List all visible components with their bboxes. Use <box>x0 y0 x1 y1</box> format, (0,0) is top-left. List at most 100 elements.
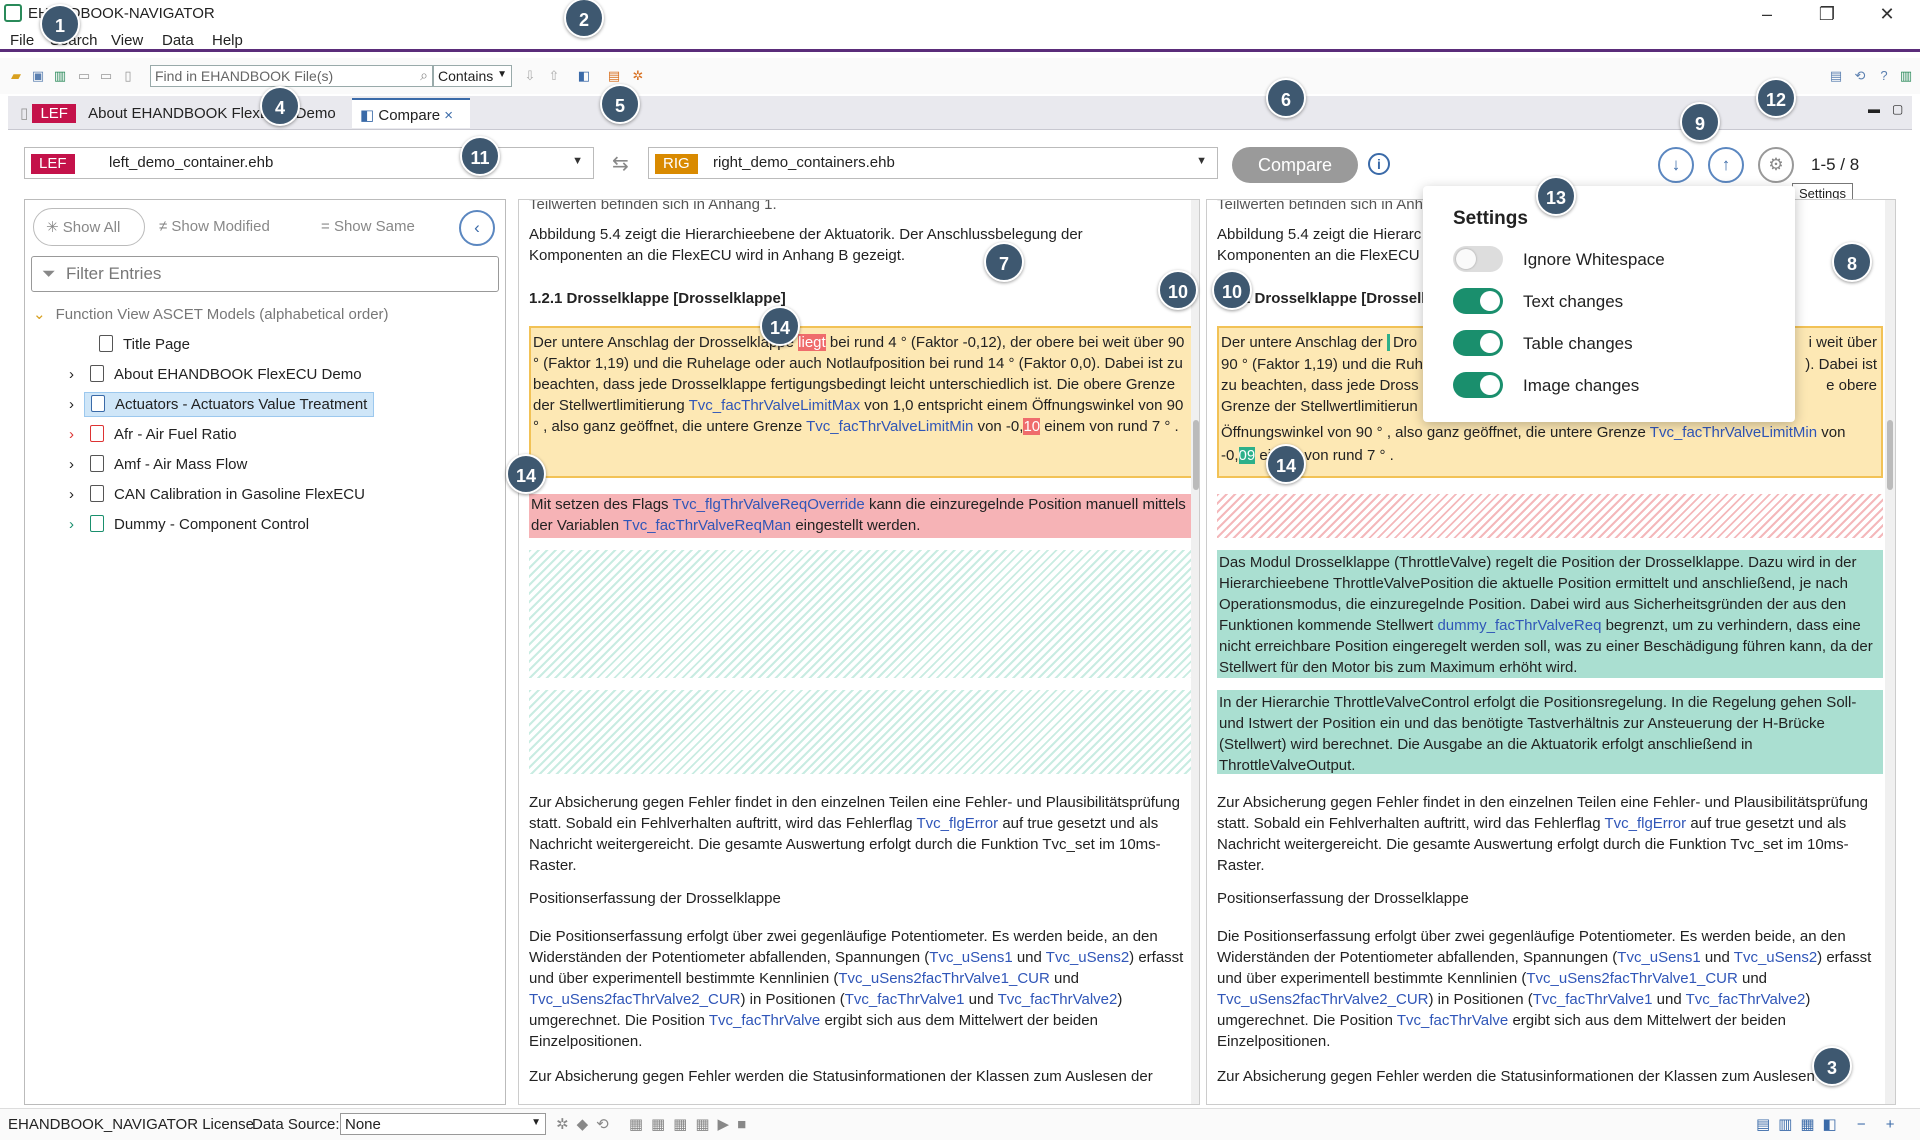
left-container-select[interactable]: LEF left_demo_container.ehb ▼ <box>24 147 594 179</box>
tree-item[interactable]: › Dummy - Component Control <box>69 512 309 538</box>
chevron-right-icon[interactable]: › <box>69 486 74 503</box>
filter-entries-input[interactable]: ⏷ Filter Entries <box>31 256 499 292</box>
text: Mit setzen des Flags <box>531 496 669 513</box>
menu-data[interactable]: Data <box>162 32 194 49</box>
variable-link[interactable]: Tvc_uSens2facThrValve2_CUR <box>1217 991 1428 1008</box>
settings-button[interactable]: ⚙ <box>1758 147 1794 183</box>
compare-toolbar-icon[interactable]: ◧ <box>576 68 592 84</box>
chevron-right-icon[interactable]: › <box>69 396 74 413</box>
settings-tool-icon[interactable]: ✲ <box>630 68 646 84</box>
show-all-button[interactable]: ✳ Show All <box>33 208 145 246</box>
right-changed-line: 90 ° (Faktor 1,19) und die Ruhe <box>1221 356 1432 373</box>
variable-link[interactable]: Tvc_uSens1 <box>929 949 1012 966</box>
variable-link[interactable]: Tvc_facThrValve1 <box>845 991 965 1008</box>
variable-link[interactable]: Tvc_flgError <box>1604 815 1686 832</box>
bookmark-icon[interactable]: ▤ <box>606 68 622 84</box>
arrow-up-icon[interactable]: ⇧ <box>546 68 562 84</box>
tab-about[interactable]: ▯ LEF About EHANDBOOK FlexECU Demo <box>12 98 357 128</box>
callout-badge: 10 <box>1212 270 1252 310</box>
variable-link[interactable]: Tvc_flgThrValveReqOverride <box>672 496 864 513</box>
variable-link[interactable]: Tvc_uSens2facThrValve2_CUR <box>529 991 740 1008</box>
tree-item-selected[interactable]: › Actuators - Actuators Value Treatment <box>69 392 375 418</box>
left-changed-block[interactable]: Der untere Anschlag der Drosselklappe li… <box>529 326 1195 478</box>
variable-link[interactable]: Tvc_uSens1 <box>1617 949 1700 966</box>
close-icon[interactable]: × <box>444 107 453 124</box>
variable-link[interactable]: Tvc_facThrValve <box>1397 1012 1508 1029</box>
tree-item[interactable]: › CAN Calibration in Gasoline FlexECU <box>69 482 365 508</box>
next-difference-button[interactable]: ↓ <box>1658 147 1694 183</box>
menu-file[interactable]: File <box>10 32 34 49</box>
right-added-block-1[interactable]: Das Modul Drosselklappe (ThrottleValve) … <box>1217 550 1883 678</box>
print-icon[interactable]: ▭ <box>76 68 92 84</box>
data-source-select[interactable]: None ▼ <box>340 1113 546 1135</box>
text-changes-toggle[interactable] <box>1453 288 1503 314</box>
restore-button[interactable]: ❐ <box>1804 2 1850 26</box>
variable-link[interactable]: Tvc_facThrValveLimitMin <box>806 418 973 435</box>
find-mode-dropdown[interactable]: Contains ▼ <box>433 65 512 87</box>
chevron-right-icon[interactable]: › <box>69 516 74 533</box>
variable-link[interactable]: Tvc_uSens2 <box>1734 949 1817 966</box>
tree-item[interactable]: › About EHANDBOOK FlexECU Demo <box>69 362 362 388</box>
minimize-view-icon[interactable]: ▬ <box>1868 102 1880 116</box>
tree-root[interactable]: ⌄ Function View ASCET Models (alphabetica… <box>33 302 389 328</box>
variable-link[interactable]: Tvc_uSens2 <box>1046 949 1129 966</box>
variable-link[interactable]: Tvc_facThrValveLimitMax <box>689 397 860 414</box>
help-icon[interactable]: ? <box>1876 68 1892 84</box>
find-input[interactable]: Find in EHANDBOOK File(s) ⌕ <box>150 65 433 87</box>
perspective-icon[interactable]: ▥ <box>1898 68 1914 84</box>
export-icon[interactable]: ▭ <box>98 68 114 84</box>
search-icon[interactable]: ⌕ <box>420 67 428 84</box>
document-icon <box>90 425 104 442</box>
tree-item[interactable]: Title Page <box>99 332 190 358</box>
image-changes-toggle[interactable] <box>1453 372 1503 398</box>
chevron-right-icon[interactable]: › <box>69 366 74 383</box>
left-removed-block[interactable]: Mit setzen des Flags Tvc_flgThrValveReqO… <box>529 494 1195 538</box>
right-container-select[interactable]: RIG right_demo_containers.ehb ▼ <box>648 147 1218 179</box>
variable-link[interactable]: Tvc_flgError <box>916 815 998 832</box>
compare-button[interactable]: Compare <box>1232 147 1358 183</box>
variable-link[interactable]: Tvc_facThrValve <box>709 1012 820 1029</box>
chevron-right-icon[interactable]: › <box>69 426 74 443</box>
variable-link[interactable]: Tvc_uSens2facThrValve1_CUR <box>838 970 1049 987</box>
layout-icon[interactable]: ▤ <box>1828 68 1844 84</box>
save-icon[interactable]: ▣ <box>30 68 46 84</box>
previous-difference-button[interactable]: ↑ <box>1708 147 1744 183</box>
sync-icon[interactable]: ⟲ <box>1852 68 1868 84</box>
variable-link[interactable]: Tvc_facThrValve2 <box>1686 991 1806 1008</box>
tree-item-label: Title Page <box>123 336 190 353</box>
tree-item[interactable]: › Amf - Air Mass Flow <box>69 452 247 478</box>
menu-view[interactable]: View <box>111 32 143 49</box>
text: und <box>1054 970 1080 987</box>
variable-link[interactable]: Tvc_facThrValveReqMan <box>623 517 791 534</box>
chevron-right-icon[interactable]: › <box>69 456 74 473</box>
menu-help[interactable]: Help <box>212 32 243 49</box>
show-same-button[interactable]: = Show Same <box>321 208 415 246</box>
status-tool-icons[interactable]: ✲◆⟲ ▦▦▦▦▶■ <box>556 1115 754 1133</box>
show-modified-button[interactable]: ≠ Show Modified <box>159 208 270 246</box>
info-icon[interactable]: i <box>1368 153 1390 175</box>
minimize-button[interactable]: – <box>1744 2 1790 26</box>
scroll-thumb[interactable] <box>1193 420 1199 490</box>
view-mode-icons[interactable]: ▤▥▦◧ − + <box>1756 1115 1903 1133</box>
ignore-whitespace-toggle[interactable] <box>1453 246 1503 272</box>
variable-link[interactable]: dummy_facThrValveReq <box>1437 617 1601 634</box>
scroll-thumb[interactable] <box>1887 420 1893 490</box>
variable-link[interactable]: Tvc_facThrValveLimitMin <box>1650 424 1817 441</box>
left-scrollbar[interactable] <box>1191 200 1199 1104</box>
arrow-down-icon[interactable]: ⇩ <box>522 68 538 84</box>
pdf-icon[interactable]: ▯ <box>120 68 136 84</box>
variable-link[interactable]: Tvc_facThrValve1 <box>1533 991 1653 1008</box>
swap-icon[interactable]: ⇆ <box>612 151 629 176</box>
right-added-block-2[interactable]: In der Hierarchie ThrottleValveControl e… <box>1217 690 1883 774</box>
variable-link[interactable]: Tvc_facThrValve2 <box>998 991 1118 1008</box>
collapse-panel-button[interactable]: ‹ <box>459 210 495 246</box>
close-window-button[interactable]: ✕ <box>1864 2 1910 26</box>
open-folder-icon[interactable]: ▰ <box>8 68 24 84</box>
variable-link[interactable]: Tvc_uSens2facThrValve1_CUR <box>1526 970 1737 987</box>
maximize-view-icon[interactable]: ▢ <box>1892 102 1903 116</box>
tree-item[interactable]: › Afr - Air Fuel Ratio <box>69 422 237 448</box>
library-icon[interactable]: ▥ <box>52 68 68 84</box>
right-scrollbar[interactable] <box>1885 200 1895 1104</box>
table-changes-toggle[interactable] <box>1453 330 1503 356</box>
tab-compare[interactable]: ◧ Compare × <box>352 98 470 128</box>
